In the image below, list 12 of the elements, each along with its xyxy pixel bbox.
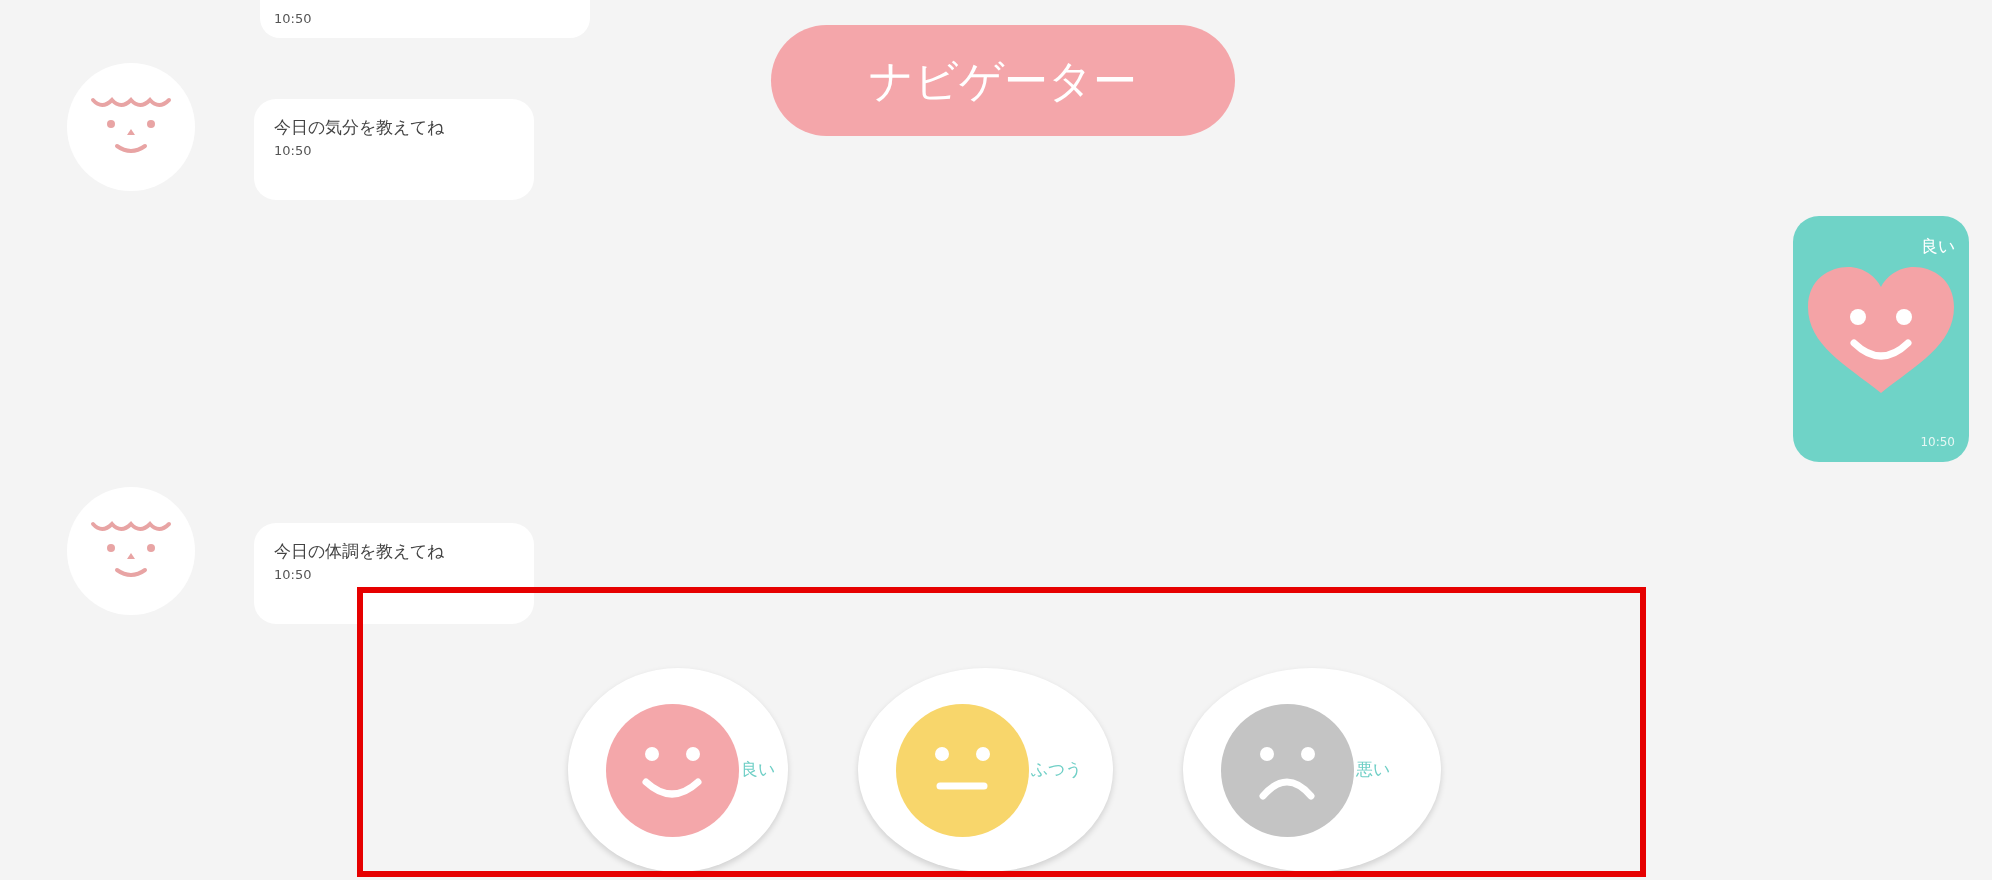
mood-option[interactable]: 悪い [1183, 668, 1441, 872]
message-text: 今日の体調を教えてね [274, 543, 445, 560]
message-time: 10:50 [274, 144, 313, 157]
reply-time: 10:50 [1920, 436, 1955, 448]
message-time: 10:50 [274, 568, 313, 581]
message-text: 今日の気分を教えてね [274, 119, 445, 136]
mood-option[interactable]: 良い [568, 668, 788, 872]
mood-option[interactable]: ふつう [858, 668, 1113, 872]
header-title: ナビゲーター [869, 53, 1137, 108]
heart-face-icon [1806, 265, 1956, 395]
reply-text: 良い [1921, 238, 1955, 255]
message-time: 10:50 [274, 10, 312, 29]
